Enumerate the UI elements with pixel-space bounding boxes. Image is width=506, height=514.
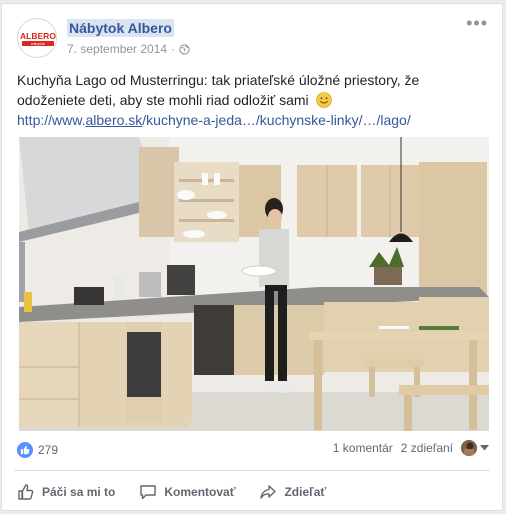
svg-text:ALBERO: ALBERO	[20, 31, 56, 41]
like-reaction-icon[interactable]	[17, 442, 33, 458]
user-avatar	[461, 440, 477, 456]
comment-bubble-icon	[140, 485, 157, 500]
divider	[14, 470, 490, 471]
post-photo[interactable]	[19, 137, 489, 431]
thumbs-up-outline-icon	[18, 484, 34, 500]
comment-count[interactable]: 1 komentár	[333, 441, 393, 455]
audience-selector[interactable]	[461, 440, 489, 456]
like-button-label: Páči sa mi to	[42, 485, 116, 499]
page-avatar[interactable]: ALBERO nábytok	[17, 18, 57, 58]
page-name[interactable]: Nábytok Albero	[67, 19, 174, 37]
albero-logo: ALBERO nábytok	[18, 19, 56, 57]
post-stats: 279 1 komentár 2 zdieľaní	[17, 440, 489, 460]
post-link[interactable]: http://www.albero.sk/kuchyne-a-jeda…/kuc…	[17, 112, 411, 128]
link-domain: albero.sk	[85, 112, 143, 128]
kitchen-photo	[19, 137, 489, 431]
post-text-line2-row: odoženiete deti, aby ste mohli riad odlo…	[17, 90, 487, 110]
post-text: Kuchyňa Lago od Musterringu: tak priateľ…	[17, 70, 487, 130]
post-meta: 7. september 2014 ·	[67, 42, 190, 56]
smiley-emoji-icon	[315, 92, 332, 108]
link-prefix: http://www.	[17, 112, 86, 128]
post-text-line1: Kuchyňa Lago od Musterringu: tak priateľ…	[17, 72, 420, 88]
thumbs-up-icon	[20, 445, 30, 455]
like-button[interactable]: Páči sa mi to	[17, 481, 115, 503]
globe-icon[interactable]	[179, 43, 190, 55]
separator-dot: ·	[171, 42, 176, 56]
user-photo	[461, 440, 477, 456]
link-path: /kuchyne-a-jeda…/kuchynske-linky/…/lago/	[142, 112, 411, 128]
post-actions: Páči sa mi to Komentovať Zdieľať	[17, 481, 326, 503]
comment-button[interactable]: Komentovať	[139, 481, 235, 503]
caret-down-icon	[480, 445, 489, 451]
like-count[interactable]: 279	[38, 443, 58, 457]
post-text-line2: odoženiete deti, aby ste mohli riad odlo…	[17, 92, 309, 108]
post-date[interactable]: 7. september 2014	[67, 42, 167, 56]
stats-right: 1 komentár 2 zdieľaní	[333, 440, 489, 456]
more-options-icon[interactable]: •••	[466, 14, 488, 32]
share-arrow-icon	[260, 485, 277, 499]
post-card: ALBERO nábytok Nábytok Albero 7. septemb…	[1, 3, 503, 511]
svg-text:nábytok: nábytok	[31, 41, 45, 46]
share-button-label: Zdieľať	[284, 485, 327, 499]
share-button[interactable]: Zdieľať	[259, 481, 326, 503]
share-count[interactable]: 2 zdieľaní	[401, 441, 453, 455]
comment-button-label: Komentovať	[164, 485, 236, 499]
